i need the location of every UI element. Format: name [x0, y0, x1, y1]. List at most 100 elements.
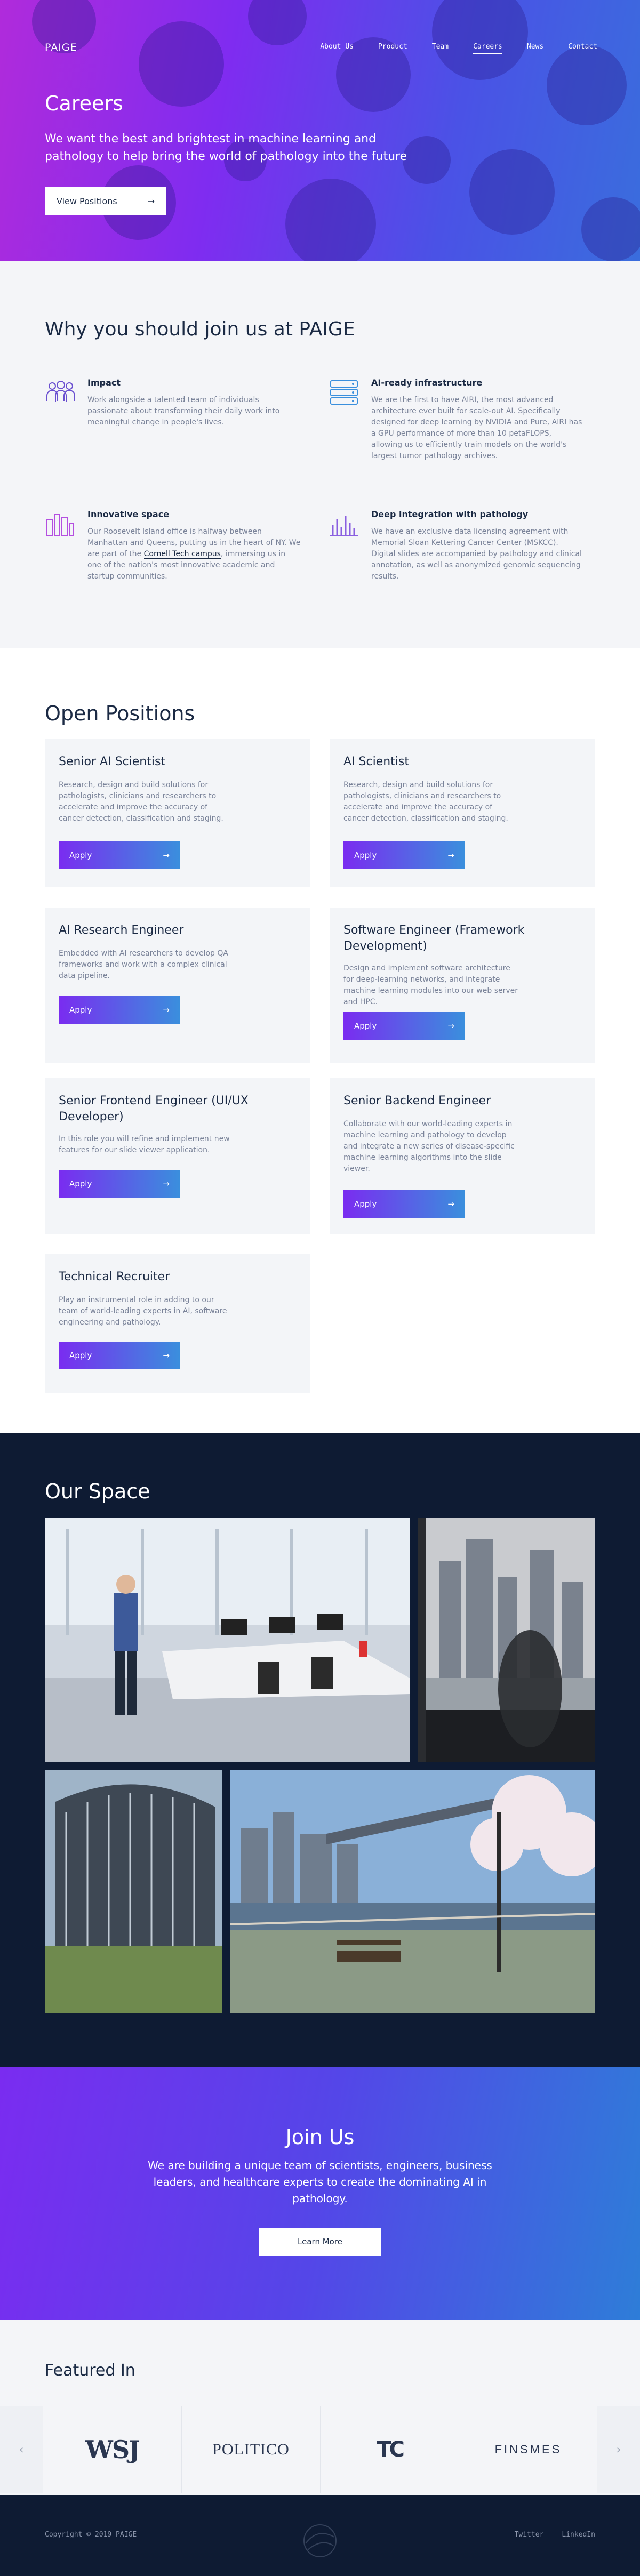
- apply-label: Apply: [354, 850, 377, 860]
- chart-icon: [330, 516, 358, 536]
- arrow-right-icon: →: [447, 1021, 454, 1031]
- join-us-section: Join Us We are building a unique team of…: [0, 2067, 640, 2320]
- job-description: Design and implement software architectu…: [343, 964, 518, 1006]
- feature-pathology: Deep integration with pathology We have …: [329, 509, 582, 584]
- paige-logo[interactable]: PAIGE: [45, 42, 77, 53]
- chevron-left-icon: ‹: [19, 2443, 24, 2457]
- carousel-prev-button[interactable]: ‹: [0, 2406, 43, 2493]
- apply-label: Apply: [69, 1351, 92, 1360]
- footer-links: Twitter LinkedIn: [515, 2531, 595, 2539]
- featured-title: Featured In: [45, 2361, 135, 2380]
- office-workspace-image: [45, 1518, 410, 1762]
- arrow-right-icon: →: [163, 1005, 170, 1015]
- nav-about-us[interactable]: About Us: [320, 43, 354, 54]
- twitter-link[interactable]: Twitter: [515, 2531, 544, 2539]
- job-description: Research, design and build solutions for…: [343, 781, 508, 823]
- job-card-ai-research-engineer: AI Research Engineer Embedded with AI re…: [45, 908, 310, 1063]
- why-title: Why you should join us at PAIGE: [45, 318, 355, 340]
- nav-product[interactable]: Product: [378, 43, 407, 54]
- press-logo-techcrunch[interactable]: TC: [320, 2406, 459, 2493]
- view-positions-button[interactable]: View Positions →: [45, 187, 166, 215]
- apply-button[interactable]: Apply →: [59, 1170, 180, 1198]
- feature-impact: Impact Work alongside a talented team of…: [45, 378, 295, 442]
- office-photo-workspace: [45, 1518, 410, 1762]
- job-description: Collaborate with our world-leading exper…: [343, 1120, 515, 1173]
- top-navigation: PAIGE About Us Product Team Careers News…: [0, 0, 640, 54]
- copyright-text: Copyright © 2019 PAIGE: [45, 2531, 137, 2539]
- apply-button[interactable]: Apply →: [59, 996, 180, 1024]
- city-icon: [46, 514, 74, 536]
- join-text: We are building a unique team of scienti…: [148, 2159, 492, 2205]
- office-photo-window: [418, 1518, 595, 1762]
- feature-text: We are the first to have AIRI, the most …: [371, 396, 582, 460]
- apply-label: Apply: [69, 1005, 92, 1015]
- positions-title: Open Positions: [45, 702, 195, 725]
- learn-more-button[interactable]: Learn More: [259, 2228, 381, 2256]
- office-photo-building: [45, 1770, 222, 2013]
- hero-subtitle: We want the best and brightest in machin…: [45, 132, 407, 163]
- job-card-software-engineer: Software Engineer (Framework Development…: [330, 908, 595, 1063]
- apply-button[interactable]: Apply →: [343, 1012, 465, 1040]
- join-title: Join Us: [285, 2125, 355, 2149]
- apply-button[interactable]: Apply →: [343, 841, 465, 869]
- job-description: Research, design and build solutions for…: [59, 781, 223, 823]
- job-title[interactable]: Technical Recruiter: [59, 1269, 293, 1285]
- job-card-senior-ai-scientist: Senior AI Scientist Research, design and…: [45, 739, 310, 887]
- apply-label: Apply: [354, 1021, 377, 1031]
- job-title[interactable]: Senior AI Scientist: [59, 754, 293, 770]
- arrow-right-icon: →: [163, 1179, 170, 1189]
- job-title[interactable]: AI Scientist: [343, 754, 578, 770]
- hero-section: PAIGE About Us Product Team Careers News…: [0, 0, 640, 261]
- nav-careers[interactable]: Careers: [473, 43, 502, 54]
- page-title: Careers: [45, 92, 123, 115]
- feature-infrastructure: AI-ready infrastructure We are the first…: [329, 378, 582, 463]
- footer: Copyright © 2019 PAIGE Twitter LinkedIn: [0, 2495, 640, 2576]
- job-card-technical-recruiter: Technical Recruiter Play an instrumental…: [45, 1254, 310, 1393]
- cornell-tech-link[interactable]: Cornell Tech campus: [143, 550, 221, 559]
- apply-button[interactable]: Apply →: [59, 1342, 180, 1369]
- job-description: Embedded with AI researchers to develop …: [59, 949, 228, 980]
- politico-logo: POLITICO: [212, 2441, 290, 2458]
- office-photo-riverfront: [230, 1770, 595, 2013]
- our-space-section: Our Space: [0, 1433, 640, 2067]
- press-logo-carousel: ‹ WSJ POLITICO TC FINSMES ›: [0, 2406, 640, 2493]
- job-card-senior-frontend-engineer: Senior Frontend Engineer (UI/UX Develope…: [45, 1078, 310, 1234]
- nav-team[interactable]: Team: [432, 43, 449, 54]
- job-description: Play an instrumental role in adding to o…: [59, 1296, 227, 1327]
- techcrunch-logo: TC: [377, 2437, 405, 2462]
- view-positions-label: View Positions: [57, 196, 117, 206]
- press-logo-politico[interactable]: POLITICO: [181, 2406, 320, 2493]
- apply-button[interactable]: Apply →: [59, 841, 180, 869]
- arrow-right-icon: →: [447, 1199, 454, 1209]
- feature-innovative-space: Innovative space Our Roosevelt Island of…: [45, 509, 300, 584]
- apply-label: Apply: [69, 850, 92, 860]
- why-join-section: Why you should join us at PAIGE Impact W…: [0, 261, 640, 648]
- apply-label: Apply: [354, 1199, 377, 1209]
- feature-title: Impact: [87, 378, 121, 388]
- open-positions-section: Open Positions Senior AI Scientist Resea…: [0, 648, 640, 1433]
- feature-text: We have an exclusive data licensing agre…: [371, 527, 582, 581]
- paige-mark-icon: [303, 2524, 337, 2557]
- carousel-next-button[interactable]: ›: [597, 2406, 640, 2493]
- feature-text: Work alongside a talented team of indivi…: [87, 396, 280, 427]
- feature-title: Deep integration with pathology: [371, 509, 529, 519]
- people-icon: [46, 381, 75, 402]
- featured-in-section: Featured In ‹ WSJ POLITICO TC FINSMES ›: [0, 2320, 640, 2495]
- chevron-right-icon: ›: [616, 2443, 621, 2457]
- job-title[interactable]: Senior Frontend Engineer (UI/UX Develope…: [59, 1093, 293, 1125]
- press-logo-wsj[interactable]: WSJ: [43, 2406, 181, 2493]
- job-card-ai-scientist: AI Scientist Research, design and build …: [330, 739, 595, 887]
- linkedin-link[interactable]: LinkedIn: [562, 2531, 595, 2539]
- job-title[interactable]: Senior Backend Engineer: [343, 1093, 578, 1109]
- job-card-senior-backend-engineer: Senior Backend Engineer Collaborate with…: [330, 1078, 595, 1234]
- nav-news[interactable]: News: [527, 43, 543, 54]
- job-title[interactable]: Software Engineer (Framework Development…: [343, 922, 578, 954]
- arrow-right-icon: →: [147, 196, 155, 206]
- job-title[interactable]: AI Research Engineer: [59, 922, 293, 938]
- nav-contact[interactable]: Contact: [568, 43, 597, 54]
- job-description: In this role you will refine and impleme…: [59, 1135, 230, 1154]
- press-logo-finsmes[interactable]: FINSMES: [459, 2406, 597, 2493]
- building-exterior-image: [45, 1770, 222, 2013]
- riverfront-image: [230, 1770, 595, 2013]
- apply-button[interactable]: Apply →: [343, 1190, 465, 1218]
